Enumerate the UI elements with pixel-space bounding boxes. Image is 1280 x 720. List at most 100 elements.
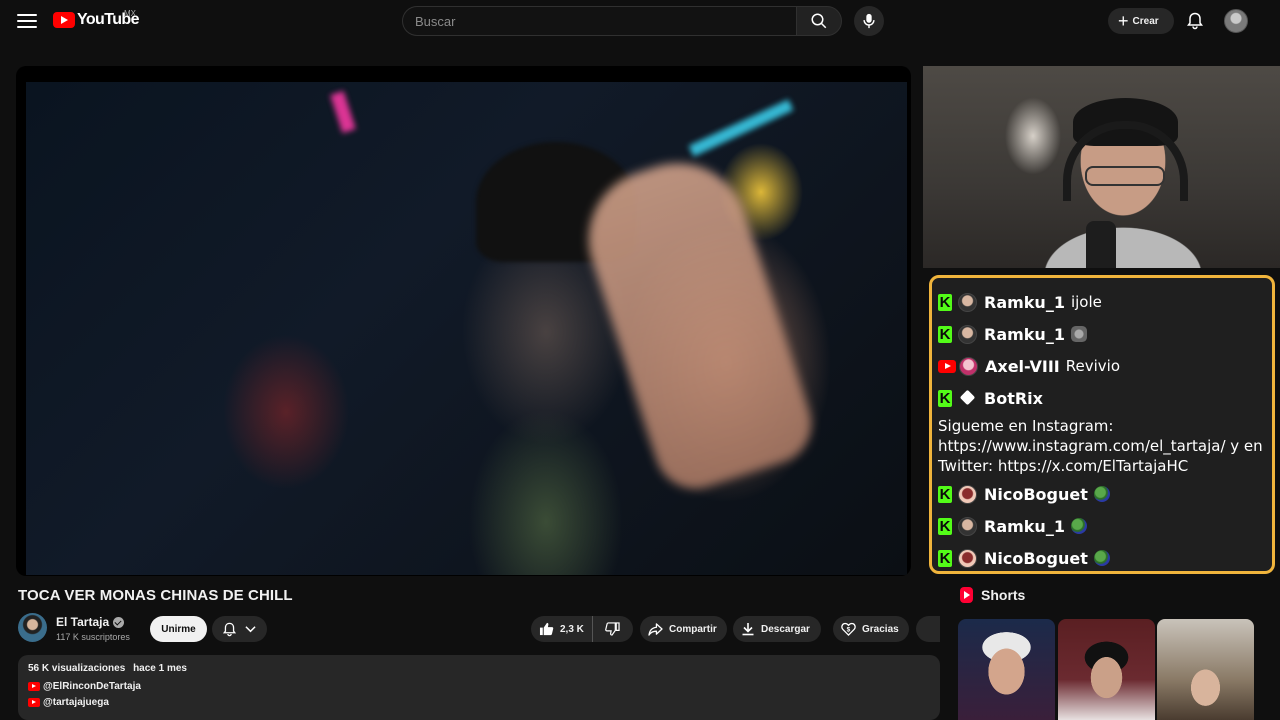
upload-date: hace 1 mes — [133, 663, 187, 674]
kick-icon: K — [938, 293, 952, 311]
search-button[interactable] — [796, 6, 842, 36]
create-button[interactable]: + Crear — [1108, 8, 1174, 34]
share-label: Compartir — [669, 623, 717, 635]
chat-username: Ramku_1 — [984, 292, 1065, 312]
shorts-title: Shorts — [981, 587, 1026, 603]
webcam-overlay — [923, 66, 1280, 268]
kick-icon: K — [938, 485, 952, 503]
channel-name-text: El Tartaja — [56, 615, 110, 629]
chat-username: NicoBoguet — [984, 484, 1088, 504]
pepe-emote-icon — [1093, 486, 1110, 502]
description-box[interactable]: 56 K visualizaciones hace 1 mes @ElRinco… — [18, 655, 940, 720]
channel-handle: @tartajajuega — [43, 697, 109, 708]
view-count: 56 K visualizaciones — [28, 663, 126, 674]
notifications-button[interactable] — [1182, 8, 1208, 34]
rock-emote-icon — [1070, 326, 1087, 342]
bot-avatar-icon — [958, 388, 977, 408]
bell-icon — [222, 622, 236, 636]
thanks-button[interactable]: $ Gracias — [833, 616, 909, 642]
video-player[interactable] — [16, 66, 911, 576]
channel-link[interactable]: @ElRinconDeTartaja — [28, 681, 930, 692]
neon-light — [330, 90, 356, 134]
verified-icon — [113, 616, 125, 628]
download-label: Descargar — [761, 623, 810, 635]
user-avatar — [958, 516, 977, 536]
share-icon — [648, 622, 663, 636]
chat-message: K NicoBoguet — [938, 542, 1266, 571]
microphone-prop — [1086, 221, 1116, 268]
download-icon — [742, 623, 754, 636]
chat-message: K Ramku_1 — [938, 318, 1266, 350]
description-meta: 56 K visualizaciones hace 1 mes — [28, 663, 930, 674]
chat-message: K Ramku_1 — [938, 510, 1266, 542]
chat-username: BotRix — [984, 388, 1043, 408]
channel-handle: @ElRinconDeTartaja — [43, 681, 141, 692]
create-label: Crear — [1132, 15, 1159, 27]
user-avatar — [958, 484, 977, 504]
channel-link[interactable]: @tartajajuega — [28, 697, 930, 708]
more-actions-button[interactable] — [916, 616, 940, 642]
chat-message: K NicoBoguet — [938, 478, 1266, 510]
subscription-notifications-button[interactable] — [212, 616, 267, 642]
menu-icon[interactable] — [14, 10, 40, 32]
like-button[interactable]: 2,3 K — [531, 616, 593, 642]
kick-icon: K — [938, 517, 952, 535]
like-dislike-group: 2,3 K — [531, 616, 633, 642]
voice-search-button[interactable] — [854, 6, 884, 36]
share-button[interactable]: Compartir — [640, 616, 727, 642]
channel-avatar[interactable] — [18, 613, 47, 642]
search-icon — [811, 13, 827, 29]
chevron-down-icon — [245, 626, 256, 633]
chat-message: K BotRix — [938, 382, 1266, 414]
like-count: 2,3 K — [560, 623, 584, 635]
microphone-icon — [863, 13, 875, 29]
youtube-icon — [28, 682, 40, 691]
download-button[interactable]: Descargar — [733, 616, 821, 642]
youtube-logo[interactable]: YouTube MX — [53, 9, 139, 29]
thumbs-down-icon — [604, 622, 620, 636]
shorts-header: Shorts — [960, 587, 1025, 603]
search-input[interactable] — [402, 6, 796, 36]
channel-name[interactable]: El Tartaja — [56, 615, 125, 629]
chat-message: Axel-VIII Revivio — [938, 350, 1266, 382]
heart-dollar-icon: $ — [841, 622, 856, 636]
svg-text:$: $ — [847, 626, 851, 633]
pepe-emote-icon — [1070, 518, 1087, 534]
chat-message: K Ramku_1 ijole — [938, 286, 1266, 318]
chat-overlay: K Ramku_1 ijole K Ramku_1 Axel-VIII Revi… — [929, 275, 1275, 574]
short-thumbnail[interactable] — [1157, 619, 1254, 720]
plus-icon: + — [1118, 11, 1129, 31]
thumbs-up-icon — [539, 622, 554, 636]
kick-icon: K — [938, 325, 952, 343]
chat-username: Ramku_1 — [984, 516, 1065, 536]
thanks-label: Gracias — [862, 623, 899, 635]
pepe-emote-icon — [1093, 550, 1110, 566]
shorts-icon — [960, 587, 973, 603]
chat-text: Revivio — [1065, 357, 1121, 375]
user-avatar — [959, 356, 978, 376]
subscriber-count: 117 K suscriptores — [56, 632, 130, 642]
chat-username: Axel-VIII — [985, 356, 1060, 376]
youtube-icon — [938, 359, 956, 373]
dislike-button[interactable] — [593, 616, 631, 642]
masthead: YouTube MX + Crear — [0, 0, 1280, 56]
chat-username: Ramku_1 — [984, 324, 1065, 344]
video-frame — [26, 82, 907, 575]
region-code: MX — [124, 9, 136, 18]
user-avatar — [958, 548, 977, 568]
short-thumbnail[interactable] — [958, 619, 1055, 720]
user-avatar — [958, 324, 977, 344]
glasses — [1085, 166, 1165, 186]
chat-text: ijole — [1070, 293, 1102, 311]
user-avatar — [958, 292, 977, 312]
bell-icon — [1187, 12, 1203, 30]
short-thumbnail[interactable] — [1058, 619, 1155, 720]
join-button[interactable]: Unirme — [150, 616, 207, 642]
video-title: TOCA VER MONAS CHINAS DE CHILL — [18, 587, 293, 604]
account-avatar[interactable] — [1224, 9, 1248, 33]
figure-hand — [570, 145, 822, 499]
neon-light — [688, 99, 794, 157]
kick-icon: K — [938, 389, 952, 407]
chat-username: NicoBoguet — [984, 548, 1088, 568]
youtube-icon — [28, 698, 40, 707]
